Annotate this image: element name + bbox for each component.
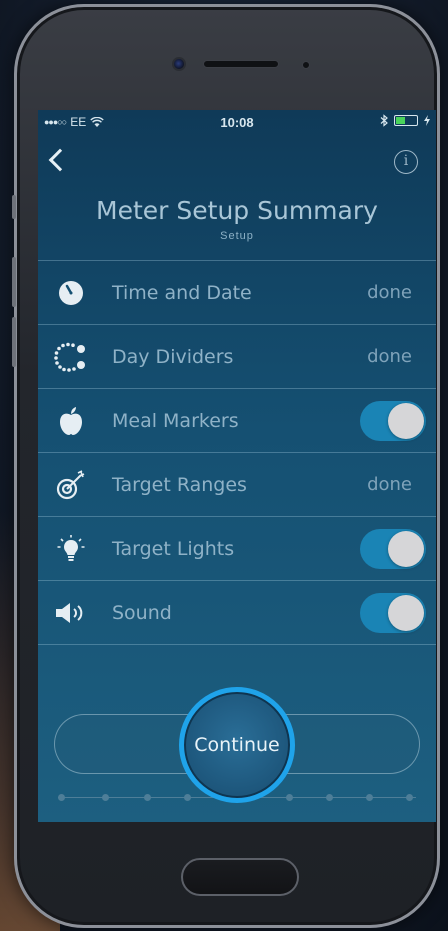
list-item-day-dividers[interactable]: Day Dividers done — [38, 325, 436, 389]
list-item-label: Sound — [112, 601, 172, 624]
page-subtitle: Setup — [220, 230, 254, 242]
progress-dot — [144, 794, 151, 801]
list-item-target-ranges[interactable]: Target Ranges done — [38, 453, 436, 517]
battery-icon — [394, 115, 418, 126]
clock-icon — [54, 276, 88, 310]
list-item-label: Target Ranges — [112, 473, 247, 496]
toggle-knob — [388, 530, 424, 567]
list-item-label: Day Dividers — [112, 345, 234, 368]
page-title: Meter Setup Summary — [96, 196, 378, 225]
status-text: done — [367, 346, 412, 367]
list-item-sound[interactable]: Sound — [38, 581, 436, 645]
toggle-knob — [388, 402, 424, 439]
progress-dot — [326, 794, 333, 801]
progress-dot — [102, 794, 109, 801]
front-camera — [172, 57, 186, 71]
home-button[interactable] — [181, 858, 299, 896]
info-icon[interactable]: i — [394, 150, 418, 174]
volume-down-button — [12, 317, 16, 367]
target-lights-toggle[interactable] — [360, 528, 426, 569]
lightbulb-icon — [54, 532, 88, 566]
meal-markers-toggle[interactable] — [360, 400, 426, 441]
back-chevron-icon[interactable] — [48, 148, 72, 172]
apple-icon — [54, 404, 88, 438]
charging-icon — [424, 115, 430, 126]
target-icon — [54, 468, 88, 502]
list-item-label: Time and Date — [112, 281, 252, 304]
progress-dot — [58, 794, 65, 801]
proximity-sensor — [302, 61, 310, 69]
list-item-meal-markers[interactable]: Meal Markers — [38, 389, 436, 453]
day-dividers-icon — [54, 340, 88, 374]
status-icons — [380, 114, 430, 127]
mute-switch — [12, 195, 16, 219]
app-screen: ●●●○○ EE 10:08 i Meter Setup Summary Set… — [38, 110, 436, 822]
sound-toggle[interactable] — [360, 592, 426, 633]
speaker-icon — [54, 596, 88, 630]
status-text: done — [367, 474, 412, 495]
bluetooth-icon — [380, 114, 388, 127]
continue-button[interactable]: Continue — [179, 687, 295, 803]
volume-up-button — [12, 257, 16, 307]
progress-dot — [184, 794, 191, 801]
list-item-target-lights[interactable]: Target Lights — [38, 517, 436, 581]
status-bar: ●●●○○ EE 10:08 — [38, 110, 436, 136]
progress-dot — [286, 794, 293, 801]
progress-dot — [366, 794, 373, 801]
setup-summary-list: Time and Date done Day Dividers done Mea… — [38, 260, 436, 645]
list-item-label: Meal Markers — [112, 409, 239, 432]
list-item-label: Target Lights — [112, 537, 235, 560]
earpiece-speaker — [203, 60, 279, 68]
list-item-time-and-date[interactable]: Time and Date done — [38, 261, 436, 325]
status-text: done — [367, 282, 412, 303]
toggle-knob — [388, 594, 424, 631]
clock-time: 10:08 — [220, 115, 254, 130]
progress-dot — [406, 794, 413, 801]
